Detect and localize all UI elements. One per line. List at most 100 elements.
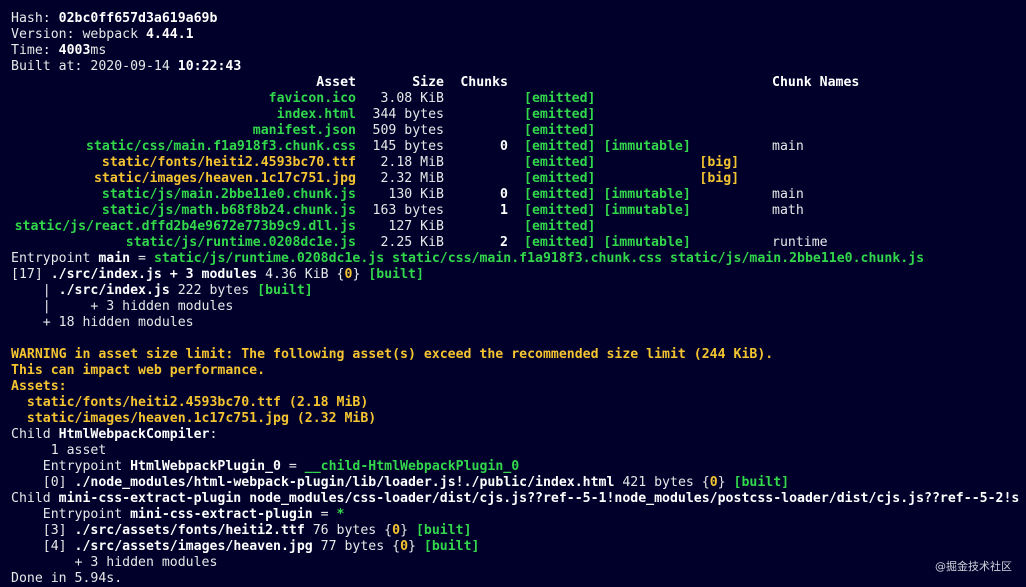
asset-chunks: 2 <box>500 235 508 250</box>
asset-chunks <box>444 91 508 107</box>
module-line: [3] ./src/assets/fonts/heiti2.ttf 76 byt… <box>11 523 472 538</box>
emitted-tag: [emitted] <box>524 91 596 106</box>
asset-chunks <box>444 155 508 171</box>
asset-chunks: 1 <box>500 203 508 218</box>
asset-size: 2.18 MiB <box>380 155 444 170</box>
emitted-tag: [emitted] <box>524 107 596 122</box>
hash-value: 02bc0ff657d3a619a69b <box>58 11 218 26</box>
asset-chunk-names <box>772 171 859 187</box>
asset-size: 163 bytes <box>372 203 444 218</box>
emitted-tag: [emitted] <box>524 139 596 154</box>
emitted-tag: [emitted] <box>524 171 596 186</box>
asset-status: [emitted] [immutable] <box>508 187 772 203</box>
col-asset: Asset <box>316 75 356 90</box>
asset-size: 145 bytes <box>372 139 444 154</box>
asset-name: static/css/main.f1a918f3.chunk.css <box>86 139 356 154</box>
asset-name: static/js/main.2bbe11e0.chunk.js <box>101 187 356 202</box>
col-status <box>508 75 772 91</box>
hidden-modules-line: | + 3 hidden modules <box>11 299 234 314</box>
asset-row: static/fonts/heiti2.4593bc70.ttf 2.18 MiB… <box>11 155 859 171</box>
col-chunks: Chunks <box>460 75 508 90</box>
asset-status: [emitted] [big] <box>508 155 772 171</box>
immutable-tag: [immutable] <box>603 139 691 154</box>
asset-name: index.html <box>276 107 356 122</box>
asset-chunk-names <box>772 123 859 139</box>
built-time: 10:22:43 <box>177 59 242 74</box>
hidden-modules-line: + 3 hidden modules <box>11 555 218 570</box>
hash-line: Hash: 02bc0ff657d3a619a69b <box>11 11 218 26</box>
asset-chunk-names: main <box>772 187 804 202</box>
entrypoint-files: static/js/runtime.0208dc1e.js static/css… <box>153 251 925 266</box>
asset-status: [emitted] [immutable] <box>508 203 772 219</box>
asset-row: index.html 344 bytes [emitted] <box>11 107 859 123</box>
asset-chunk-names <box>772 91 859 107</box>
asset-name: static/js/math.b68f8b24.chunk.js <box>101 203 356 218</box>
asset-name: favicon.ico <box>268 91 356 106</box>
done-line: Done in 5.94s. <box>11 571 123 586</box>
asset-chunk-names: main <box>772 139 804 154</box>
asset-size: 509 bytes <box>372 123 444 138</box>
emitted-tag: [emitted] <box>524 203 596 218</box>
emitted-tag: [emitted] <box>524 187 596 202</box>
immutable-tag: [immutable] <box>603 235 691 250</box>
asset-size: 3.08 KiB <box>380 91 444 106</box>
asset-chunks <box>444 123 508 139</box>
entrypoint-line: Entrypoint main = static/js/runtime.0208… <box>11 251 925 266</box>
emitted-tag: [emitted] <box>524 123 596 138</box>
watermark: @掘金技术社区 <box>935 560 1012 573</box>
asset-row: static/js/react.dffd2b4e9672e773b9c9.dll… <box>11 219 859 235</box>
emitted-tag: [emitted] <box>524 219 596 234</box>
asset-chunk-names <box>772 219 859 235</box>
version-value: 4.44.1 <box>145 27 194 42</box>
child-entrypoint-line: Entrypoint HtmlWebpackPlugin_0 = __child… <box>11 459 520 474</box>
asset-status: [emitted] [immutable] <box>508 235 772 251</box>
immutable-tag: [immutable] <box>603 203 691 218</box>
asset-table: Asset Size Chunks Chunk Names favicon.ic… <box>11 75 860 251</box>
asset-name: static/js/react.dffd2b4e9672e773b9c9.dll… <box>14 219 356 234</box>
asset-chunks: 0 <box>500 187 508 202</box>
asset-chunks: 0 <box>500 139 508 154</box>
time-value: 4003 <box>58 43 91 58</box>
asset-size: 127 KiB <box>388 219 444 234</box>
warning-line: WARNING in asset size limit: The followi… <box>11 347 774 362</box>
child-line: Child mini-css-extract-plugin node_modul… <box>11 491 1020 506</box>
asset-row: static/js/runtime.0208dc1e.js 2.25 KiB 2 [e… <box>11 235 859 251</box>
asset-row: static/images/heaven.1c17c751.jpg 2.32 Mi… <box>11 171 859 187</box>
asset-status: [emitted] <box>508 107 772 123</box>
warning-line: This can impact web performance. <box>11 363 266 378</box>
asset-size: 130 KiB <box>388 187 444 202</box>
warning-line: Assets: <box>11 379 67 394</box>
built-at-line: Built at: 2020-09-14 10:22:43 <box>11 59 242 74</box>
warning-asset: static/fonts/heiti2.4593bc70.ttf (2.18 M… <box>11 395 369 410</box>
asset-name: static/fonts/heiti2.4593bc70.ttf <box>101 155 356 170</box>
asset-row: static/js/main.2bbe11e0.chunk.js 130 KiB 0… <box>11 187 859 203</box>
asset-size: 2.32 MiB <box>380 171 444 186</box>
asset-name: manifest.json <box>252 123 356 138</box>
asset-status: [emitted] [immutable] <box>508 139 772 155</box>
asset-status: [emitted] <box>508 219 772 235</box>
terminal-output: Hash: 02bc0ff657d3a619a69b Version: webp… <box>11 11 1026 587</box>
asset-chunks <box>444 219 508 235</box>
terminal-window: { "header": { "hash_label": "Hash: ", "h… <box>0 0 1026 586</box>
immutable-tag: [immutable] <box>603 187 691 202</box>
asset-row: manifest.json 509 bytes [emitted] <box>11 123 859 139</box>
time-line: Time: 4003ms <box>11 43 107 58</box>
warning-asset: static/images/heaven.1c17c751.jpg (2.32 … <box>11 411 377 426</box>
module-line: [4] ./src/assets/images/heaven.jpg 77 by… <box>11 539 480 554</box>
asset-size: 344 bytes <box>372 107 444 122</box>
asset-count-line: 1 asset <box>11 443 107 458</box>
module-line: [0] ./node_modules/html-webpack-plugin/l… <box>11 475 790 490</box>
asset-chunks <box>444 171 508 187</box>
asset-chunk-names <box>772 107 859 123</box>
asset-chunk-names: math <box>772 203 804 218</box>
asset-row: favicon.ico 3.08 KiB [emitted] <box>11 91 859 107</box>
asset-table-body: favicon.ico 3.08 KiB [emitted] index.html 3… <box>11 91 859 251</box>
col-size: Size <box>412 75 444 90</box>
asset-row: static/css/main.f1a918f3.chunk.css 145 by… <box>11 139 859 155</box>
emitted-tag: [emitted] <box>524 235 596 250</box>
module-line: [17] ./src/index.js + 3 modules 4.36 KiB… <box>11 267 424 282</box>
asset-status: [emitted] [big] <box>508 171 772 187</box>
asset-name: static/js/runtime.0208dc1e.js <box>125 235 356 250</box>
asset-chunks <box>444 107 508 123</box>
big-tag: [big] <box>699 155 740 170</box>
